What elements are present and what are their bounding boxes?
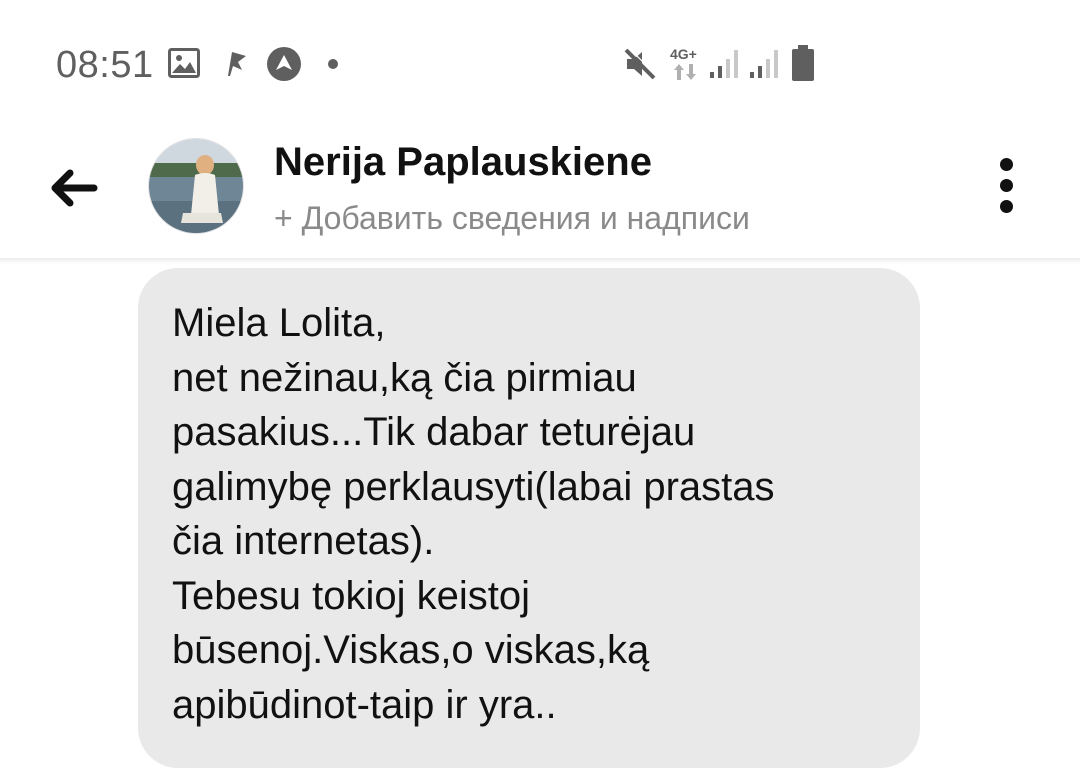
contact-avatar[interactable] [148, 138, 244, 234]
message-line: galimybę perklausyti(labai prastas [172, 464, 775, 509]
dot-icon [328, 59, 338, 69]
add-details-link[interactable]: + Добавить сведения и надписи [274, 200, 750, 237]
data-arrows-icon [674, 64, 696, 80]
image-icon [168, 48, 200, 78]
message-line: apibūdinot-taip ir yra.. [172, 682, 557, 727]
battery-icon [792, 45, 814, 81]
message-bubble[interactable]: Miela Lolita, net nežinau,ką čia pirmiau… [138, 268, 920, 768]
back-button[interactable] [46, 163, 102, 213]
message-line: Miela Lolita, [172, 301, 386, 345]
header-divider [0, 258, 1080, 264]
status-time: 08:51 [56, 44, 154, 86]
status-bar: 08:51 4G+ [0, 0, 1080, 130]
message-line: būsenoj.Viskas,o viskas,ką [172, 628, 650, 672]
navigation-icon [267, 47, 301, 81]
message-line: pasakius...Tik dabar teturėjau [172, 410, 696, 454]
signal-icon [750, 50, 778, 78]
more-options-button[interactable] [984, 154, 1030, 216]
contact-name[interactable]: Nerija Paplauskiene [274, 140, 652, 185]
conversation-header: Nerija Paplauskiene + Добавить сведения … [0, 130, 1080, 258]
flag-icon [228, 52, 246, 76]
network-type-label: 4G+ [670, 46, 697, 62]
message-line: net nežinau,ką čia pirmiau [172, 355, 637, 400]
signal-icon [710, 50, 738, 78]
message-line: Tebesu tokioj keistoj [172, 573, 530, 618]
avatar-photo [149, 139, 243, 233]
message-line: čia internetas). [172, 519, 435, 563]
back-arrow-icon [51, 169, 98, 207]
mute-icon [624, 47, 657, 80]
